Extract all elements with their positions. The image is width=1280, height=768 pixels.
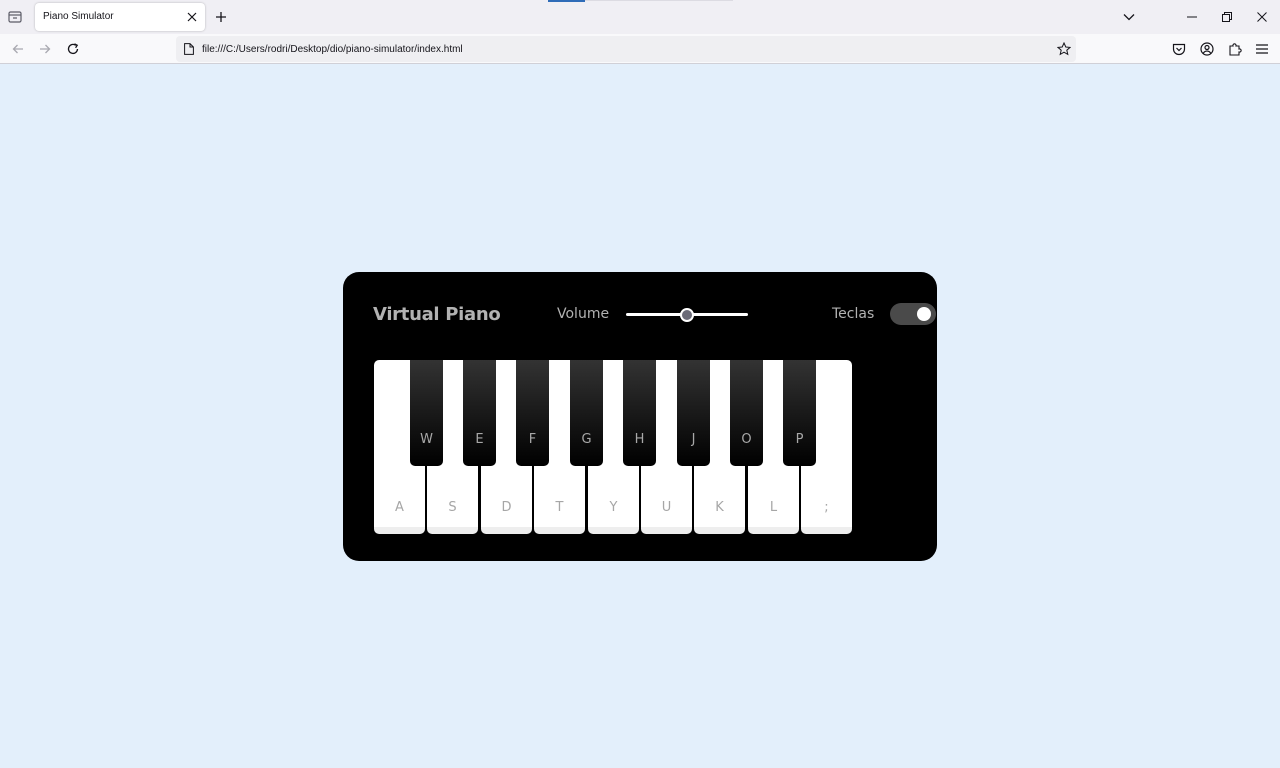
piano-black-key[interactable]: G — [570, 360, 603, 466]
piano-black-key[interactable]: W — [410, 360, 443, 466]
piano-black-key[interactable]: O — [730, 360, 763, 466]
keys-toggle-knob — [917, 307, 931, 321]
key-label: E — [475, 432, 484, 447]
navigation-toolbar: file:///C:/Users/rodri/Desktop/dio/piano… — [0, 34, 1280, 64]
piano-black-key[interactable]: J — [677, 360, 710, 466]
restore-icon[interactable] — [1218, 8, 1236, 26]
close-icon[interactable] — [185, 10, 199, 24]
key-label: D — [501, 500, 512, 515]
piano-black-key[interactable]: E — [463, 360, 496, 466]
key-label: F — [528, 432, 537, 447]
key-label: S — [448, 500, 457, 515]
key-label: A — [395, 500, 404, 515]
url-bar[interactable]: file:///C:/Users/rodri/Desktop/dio/piano… — [176, 36, 1076, 62]
key-label: G — [581, 432, 592, 447]
puzzle-icon[interactable] — [1226, 40, 1244, 58]
arrow-right-icon[interactable] — [36, 40, 54, 58]
arrow-left-icon[interactable] — [9, 40, 27, 58]
tab-strip-accent-line — [548, 0, 585, 2]
keys-toggle-label: Teclas — [832, 306, 875, 322]
browser-tab[interactable]: Piano Simulator — [35, 3, 205, 31]
volume-slider-thumb[interactable] — [680, 308, 694, 322]
key-label: U — [661, 500, 672, 515]
plus-icon[interactable] — [212, 8, 230, 26]
tab-title: Piano Simulator — [43, 11, 114, 22]
pocket-icon[interactable] — [1170, 40, 1188, 58]
key-label: Y — [609, 500, 618, 515]
piano-header: Virtual Piano Volume Teclas — [373, 302, 936, 328]
close-icon[interactable] — [1253, 8, 1271, 26]
key-label: K — [715, 500, 724, 515]
tab-list-icon[interactable] — [5, 8, 25, 26]
tab-strip-divider-line — [585, 0, 733, 1]
hamburger-icon[interactable] — [1253, 40, 1271, 58]
piano-black-key[interactable]: F — [516, 360, 549, 466]
account-icon[interactable] — [1198, 40, 1216, 58]
key-label: ; — [824, 500, 829, 515]
page-icon — [183, 42, 195, 56]
piano-wrapper: Virtual Piano Volume Teclas A S D T Y U … — [343, 272, 937, 561]
tab-strip: Piano Simulator — [0, 0, 1280, 34]
chevron-down-icon[interactable] — [1120, 8, 1138, 26]
key-label: H — [634, 432, 645, 447]
keys-toggle-switch[interactable] — [890, 303, 936, 325]
url-text: file:///C:/Users/rodri/Desktop/dio/piano… — [202, 44, 463, 55]
reload-icon[interactable] — [64, 40, 82, 58]
key-label: T — [555, 500, 564, 515]
minimize-icon[interactable] — [1183, 8, 1201, 26]
star-icon[interactable] — [1056, 41, 1072, 57]
piano-title: Virtual Piano — [373, 304, 501, 325]
volume-slider[interactable] — [626, 308, 748, 322]
piano-black-key[interactable]: P — [783, 360, 816, 466]
piano-black-key[interactable]: H — [623, 360, 656, 466]
key-label: W — [420, 432, 433, 447]
key-label: P — [795, 432, 804, 447]
key-label: J — [691, 432, 696, 447]
key-label: L — [769, 500, 778, 515]
piano-keyboard: A S D T Y U K L ; W E F G H J O P — [374, 360, 854, 534]
key-label: O — [741, 432, 752, 447]
volume-label: Volume — [557, 306, 610, 322]
